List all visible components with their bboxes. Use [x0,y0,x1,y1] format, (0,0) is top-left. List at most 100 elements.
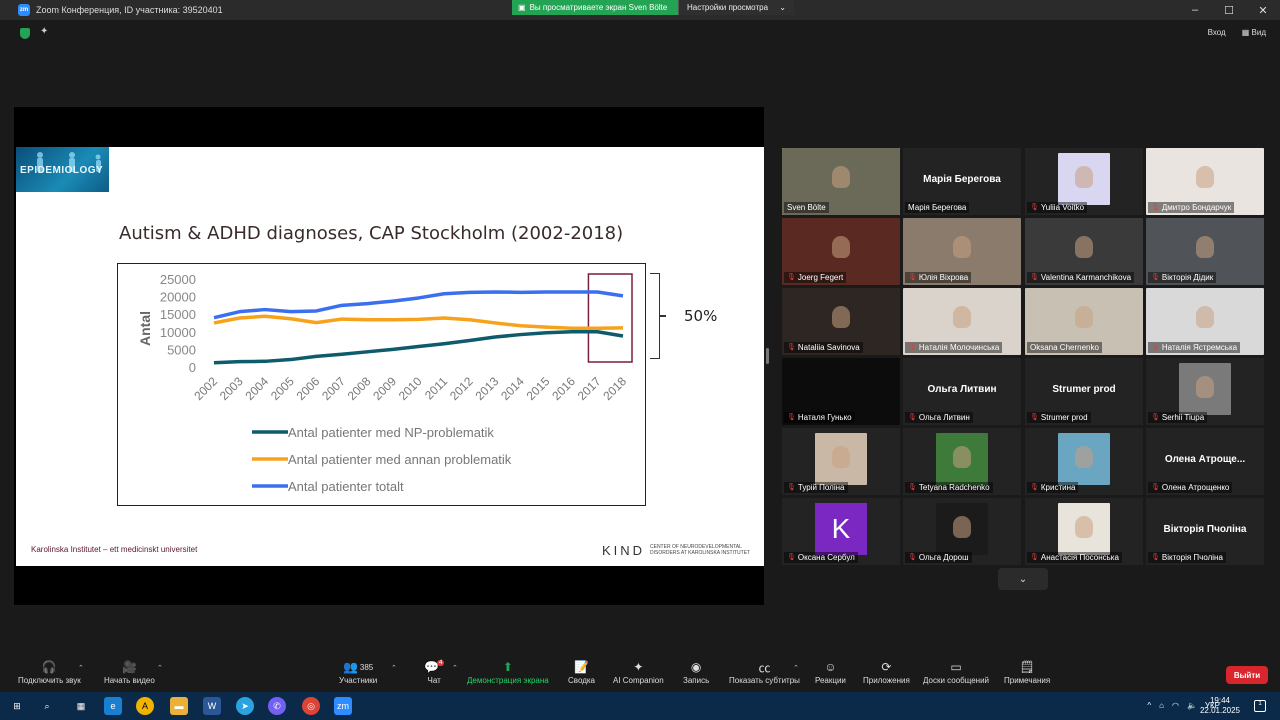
gallery-next-page-button[interactable]: ⌄ [998,568,1048,590]
view-options-button[interactable]: Настройки просмотра ⌄ [678,0,794,15]
muted-mic-icon: 🎙 [1030,414,1039,421]
captions-caret[interactable]: ⌃ [793,664,799,672]
video-options-caret[interactable]: ⌃ [157,664,163,672]
maximize-button[interactable]: ☐ [1212,0,1246,20]
participant-tile[interactable]: 🎙 Юлія Віхрова [903,218,1021,285]
participants-count: 385 [359,662,374,672]
word-icon[interactable]: W [203,697,221,715]
panel-resize-handle[interactable] [766,348,769,364]
ai-companion-button[interactable]: ✦ AI Companion [613,658,664,685]
chevron-down-icon: ⌄ [1018,573,1028,585]
participant-tile[interactable]: 🎙 Наталя Гунько [782,358,900,425]
calculator-icon[interactable]: ▦ [72,697,90,715]
reactions-button[interactable]: ☺ Реакции [815,658,846,685]
whiteboards-button[interactable]: ▭ Доски сообщений [923,658,989,685]
participant-name: Наталія Ястремська [1161,343,1238,352]
tray-chevron-icon[interactable]: ^ [1147,701,1151,710]
participant-tile[interactable]: 🎙 Анастасія Посонська [1025,498,1143,565]
chrome-icon[interactable]: ◎ [302,697,320,715]
participant-tile[interactable]: 🎙 Наталія Ястремська [1146,288,1264,355]
clock-time: 19:44 [1209,696,1230,705]
participant-tile[interactable]: Олена Атроще... 🎙 Олена Атрощенко [1146,428,1264,495]
participant-tile[interactable]: 🎙 Yuliia Voitko [1025,148,1143,215]
viber-icon[interactable]: ✆ [268,697,286,715]
legend-label: Antal patienter totalt [288,479,404,494]
participant-tile[interactable]: 🎙 Вікторія Дідик [1146,218,1264,285]
participant-tile[interactable]: 🎙 Турій Поліна [782,428,900,495]
app-icon[interactable]: A [136,697,154,715]
participant-avatar: K [815,503,867,555]
series-line [213,290,624,320]
audio-options-caret[interactable]: ⌃ [78,664,84,672]
close-button[interactable]: ✕ [1246,0,1280,20]
participant-name: Олена Атрощенко [1161,483,1230,492]
y-tick-label: 0 [189,360,196,375]
x-tick-label: 2010 [396,374,425,403]
x-tick-label: 2014 [498,374,527,403]
apps-button[interactable]: ⟳ Приложения [863,658,910,685]
muted-mic-icon: 🎙 [908,274,917,281]
participant-tile[interactable]: 🎙 Tetyana Radchenko [903,428,1021,495]
telegram-icon[interactable]: ➤ [236,697,254,715]
muted-mic-icon: 🎙 [787,344,796,351]
participant-display-name: Олена Атроще... [1164,454,1246,465]
participant-tile[interactable]: 🎙 Дмитро Бондарчук [1146,148,1264,215]
x-tick-label: 2015 [524,374,553,403]
participant-silhouette [1196,376,1214,398]
network-icon[interactable]: ⌂ [1159,701,1164,710]
participant-tile[interactable]: Sven Bölte [782,148,900,215]
summary-button[interactable]: 📝 Сводка [568,658,595,685]
encryption-shield-icon[interactable] [20,28,30,39]
share-screen-button[interactable]: ⬆ Демонстрация экрана [467,658,549,685]
captions-button[interactable]: ㏄ Показать субтитры [729,658,800,686]
chat-caret[interactable]: ⌃ [452,664,458,672]
participant-tile[interactable]: Oksana Chernenko [1025,288,1143,355]
record-button[interactable]: ◉ Запись [683,658,709,685]
x-tick-label: 2009 [370,374,399,403]
participant-tile[interactable]: 🎙 Ольга Дорош [903,498,1021,565]
view-button[interactable]: ▦ Вид [1242,28,1266,37]
meeting-top-bar: ✦ Вход ▦ Вид [0,20,1280,48]
apps-label: Приложения [863,676,910,685]
leave-button[interactable]: Выйти [1226,666,1268,684]
participant-tile[interactable]: 🎙 Кристина [1025,428,1143,495]
notifications-icon[interactable]: 1 [1254,700,1266,712]
search-icon[interactable]: ⌕ [38,697,56,715]
share-banner: ▣ Вы просматриваете экран Sven Bölte Нас… [512,0,794,15]
participant-name: Oksana Chernenko [1030,343,1099,352]
participant-tile[interactable]: 🎙 Наталія Молочинська [903,288,1021,355]
kind-logo-subtitle: CENTER OF NEURODEVELOPMENTAL DISORDERS A… [650,544,751,556]
bracket-annotation [650,273,660,359]
chat-button[interactable]: 💬 4 Чат [424,658,445,685]
zoom-taskbar-icon[interactable]: zm [334,697,352,715]
participant-tile[interactable]: 🎙 Serhii Tiupa [1146,358,1264,425]
participants-caret[interactable]: ⌃ [391,664,397,672]
participant-tile[interactable]: 🎙 Nataliia Savinova [782,288,900,355]
participants-button[interactable]: 👥 385 Участники [339,658,377,685]
notes-button[interactable]: 🗒 Примечания [1004,658,1050,685]
clock[interactable]: 19:44 22.01.2025 [1200,696,1240,716]
participant-name: Анастасія Посонська [1040,553,1119,562]
ai-sparkle-icon[interactable]: ✦ [40,26,48,37]
windows-start-icon[interactable]: ⊞ [8,697,26,715]
wifi-icon[interactable]: ◠ [1172,701,1179,710]
participant-tile[interactable]: 🎙 Joerg Fegert [782,218,900,285]
reactions-icon: ☺ [824,660,837,674]
join-audio-button[interactable]: 🎧 Подключить звук [18,658,81,685]
participant-tile[interactable]: 🎙 Valentina Karmanchikova [1025,218,1143,285]
ai-companion-label: AI Companion [613,676,664,685]
participants-label: Участники [339,676,378,685]
participant-name-label: 🎙 Tetyana Radchenko [905,482,993,493]
start-video-button[interactable]: 🎥 Начать видео [104,658,155,685]
participant-tile[interactable]: Ольга Литвин 🎙 Ольга Литвин [903,358,1021,425]
participant-tile[interactable]: Вікторія Пчоліна 🎙 Вікторія Пчоліна [1146,498,1264,565]
enter-button[interactable]: Вход [1208,28,1226,37]
file-explorer-icon[interactable]: ▬ [170,697,188,715]
volume-icon[interactable]: 🔈 [1187,701,1197,710]
edge-browser-icon[interactable]: e [104,697,122,715]
participant-tile[interactable]: K 🎙 Оксана Сербул [782,498,900,565]
minimize-button[interactable]: ‒ [1178,0,1212,20]
participant-tile[interactable]: Марія Берегова Марія Берегова [903,148,1021,215]
participant-silhouette [1196,166,1214,188]
participant-tile[interactable]: Strumer prod 🎙 Strumer prod [1025,358,1143,425]
